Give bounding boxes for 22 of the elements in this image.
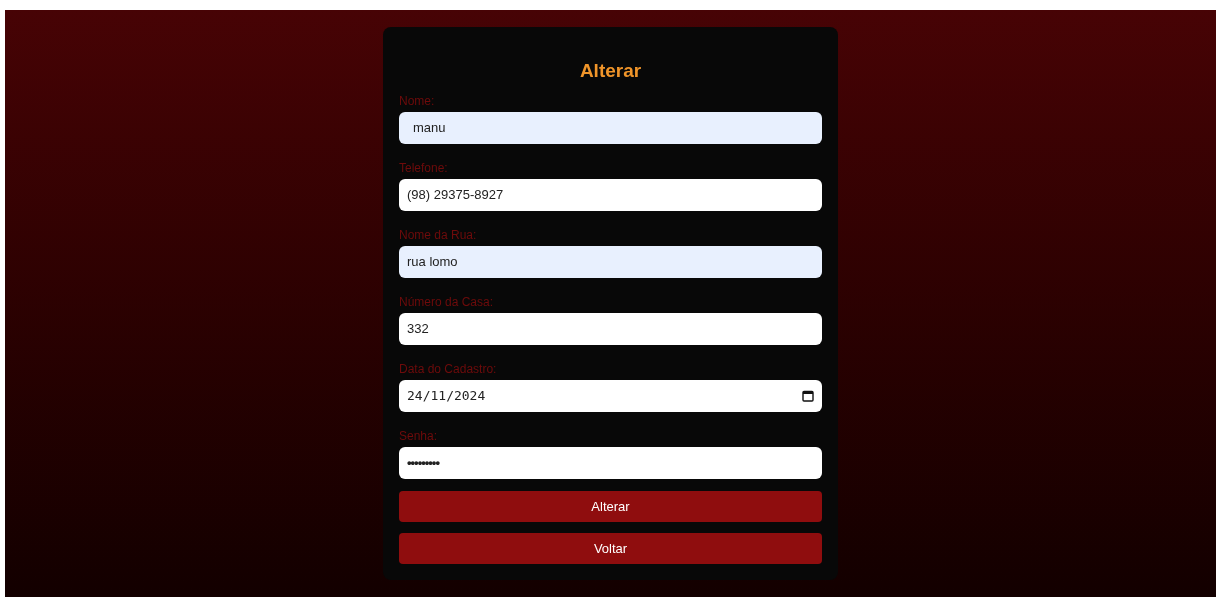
- field-label: Senha:: [399, 429, 439, 443]
- calendar-icon[interactable]: [802, 390, 814, 402]
- field-value: (98) 29375-8927: [407, 186, 505, 205]
- field-value: manu: [412, 119, 447, 138]
- field-label: Telefone:: [399, 161, 449, 175]
- field-value: rua lomo: [407, 253, 459, 272]
- field-value: 24/11/2024: [407, 387, 487, 406]
- form-button[interactable]: Voltar: [399, 533, 822, 564]
- field-value: 332: [407, 320, 430, 339]
- field-label: Nome da Rua:: [399, 228, 478, 242]
- field-label: Nome:: [399, 94, 436, 108]
- input-field[interactable]: 332: [399, 313, 822, 345]
- field-label: Data do Cadastro:: [399, 362, 498, 376]
- form-button[interactable]: Alterar: [399, 491, 822, 522]
- input-field[interactable]: 24/11/2024: [399, 380, 822, 412]
- input-field[interactable]: (98) 29375-8927: [399, 179, 822, 211]
- input-field[interactable]: •••••••••: [399, 447, 822, 479]
- form-title: Alterar: [578, 60, 643, 82]
- input-field[interactable]: manu: [399, 112, 822, 144]
- field-value: •••••••••: [407, 454, 441, 473]
- input-field[interactable]: rua lomo: [399, 246, 822, 278]
- field-label: Número da Casa:: [399, 295, 495, 309]
